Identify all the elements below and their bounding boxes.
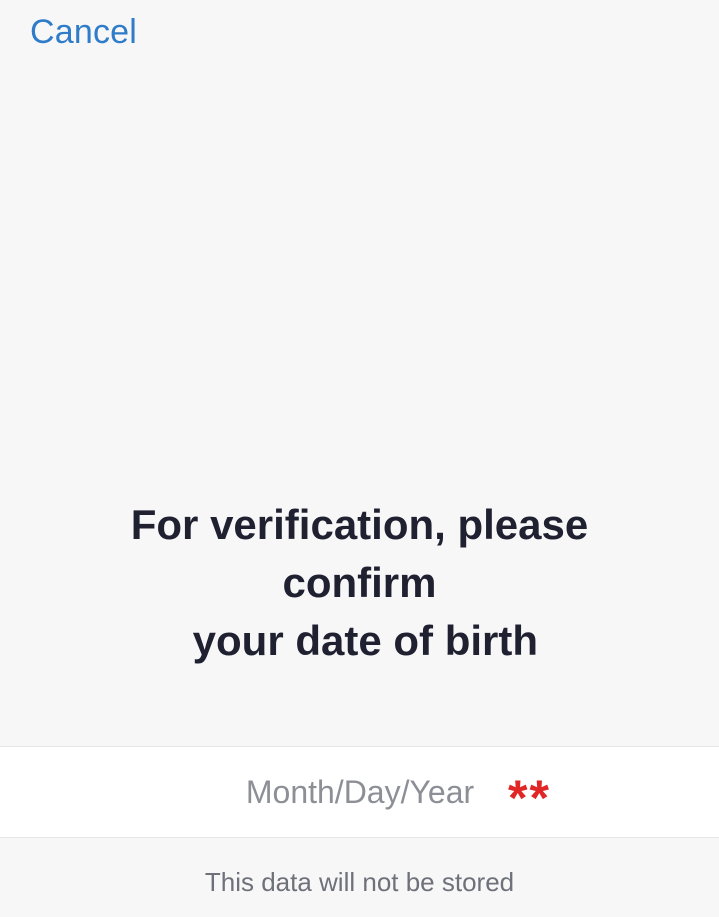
required-indicator: ** [508, 770, 551, 826]
date-of-birth-input[interactable] [210, 769, 510, 815]
page-title-line-3: your date of birth [181, 617, 538, 664]
date-of-birth-screen: Cancel For verification, please confirm … [0, 0, 719, 917]
page-title: For verification, please confirm your da… [0, 496, 719, 670]
page-title-line-2: confirm [282, 559, 437, 606]
privacy-notice: This data will not be stored [204, 867, 515, 897]
date-of-birth-field: ** [0, 746, 719, 838]
page-title-line-1: For verification, please [130, 501, 589, 548]
cancel-button[interactable]: Cancel [30, 10, 137, 54]
